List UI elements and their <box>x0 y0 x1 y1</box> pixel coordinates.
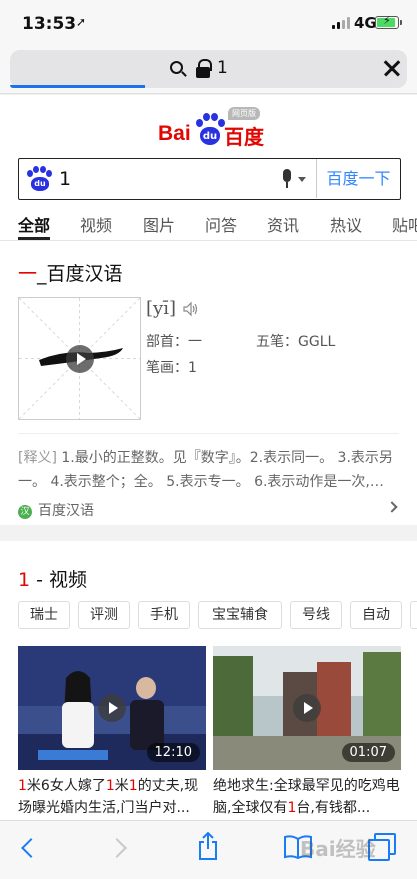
logo-badge: 网页版 <box>228 107 260 120</box>
play-icon[interactable] <box>66 345 94 373</box>
video-thumbnail[interactable]: 01:07 <box>213 646 401 770</box>
search-button[interactable]: 百度一下 <box>316 159 400 198</box>
microphone-icon[interactable] <box>281 169 293 189</box>
share-icon[interactable] <box>198 831 218 861</box>
filter-chips: 瑞士 评测 手机 宝宝辅食 号线 自动 <box>18 601 417 629</box>
divider <box>18 433 399 434</box>
forward-icon[interactable] <box>107 838 127 858</box>
tab-news[interactable]: 资讯 <box>267 212 299 236</box>
dictionary-card[interactable]: 一_百度汉语 [yī] 部首：一 五笔：GGLL 笔画：1 [释义] 1.最小的… <box>0 245 417 525</box>
search-input[interactable]: 1 <box>59 168 71 190</box>
definition-tag: [释义] <box>18 450 57 466</box>
chip[interactable]: 宝宝辅食 <box>198 601 282 629</box>
tab-discuss[interactable]: 热议 <box>330 212 362 236</box>
wubi-code: 五笔：GGLL <box>256 334 336 350</box>
url-field[interactable]: 1 <box>10 50 407 88</box>
url-text: 1 <box>217 58 228 78</box>
lock-icon <box>196 59 212 79</box>
search-tabs: 全部 视频 图片 问答 资讯 热议 贴吧 <box>0 205 417 241</box>
chip[interactable]: 评测 <box>78 601 130 629</box>
logo-text-en: Bai <box>158 122 191 145</box>
title-rest: _百度汉语 <box>37 263 123 285</box>
speaker-icon[interactable] <box>182 301 198 317</box>
chip-partial[interactable] <box>410 601 417 629</box>
status-bar: 13:53 ➚ 4G ⚡ <box>0 0 417 44</box>
play-icon[interactable] <box>98 694 126 722</box>
source-link[interactable]: 汉百度汉语 <box>18 500 94 520</box>
paw-text-small: du <box>31 177 49 191</box>
chip[interactable]: 自动 <box>350 601 402 629</box>
chip[interactable]: 号线 <box>290 601 342 629</box>
card-title[interactable]: 一_百度汉语 <box>18 259 123 286</box>
stroke-count: 笔画：1 <box>146 360 197 376</box>
title-part: 米 <box>114 778 129 794</box>
play-icon[interactable] <box>293 694 321 722</box>
location-arrow-icon: ➚ <box>76 15 87 29</box>
video-thumbnail[interactable]: 12:10 <box>18 646 206 770</box>
page-content: Bai du 百度 网页版 du 1 百度一下 全部 视频 图片 问答 资讯 热… <box>0 95 417 820</box>
logo-text-cn: 百度 <box>224 125 264 149</box>
baidu-logo[interactable]: Bai du 百度 网页版 <box>158 107 268 149</box>
hanyu-icon: 汉 <box>18 505 32 519</box>
radical: 部首：一 <box>146 334 202 350</box>
title-rest: - 视频 <box>30 569 88 591</box>
title-num: 1 <box>18 569 31 591</box>
definition-text: 1.最小的正整数。见『数字』。2.表示同一。 3.表示另一。 4.表示整个；全。… <box>18 450 393 490</box>
source-label: 百度汉语 <box>38 503 94 519</box>
active-tab-indicator <box>18 237 50 240</box>
title-part: 1 <box>128 778 138 794</box>
back-icon[interactable] <box>21 838 41 858</box>
title-part: 1 <box>18 778 27 794</box>
search-icon <box>170 61 183 74</box>
paw-icon: du <box>196 113 225 147</box>
paw-text: du <box>200 127 220 145</box>
chevron-down-icon[interactable] <box>298 177 306 182</box>
title-part: 米6女人嫁了 <box>26 778 106 794</box>
watermark: Bai经验 <box>300 837 376 861</box>
clock: 13:53 <box>22 14 77 34</box>
battery-icon: ⚡ <box>375 14 402 29</box>
tab-image[interactable]: 图片 <box>143 212 175 236</box>
browser-address-bar: 1 <box>0 44 417 94</box>
character-stroke-grid[interactable] <box>18 297 141 420</box>
close-icon[interactable] <box>380 56 404 80</box>
video-duration: 12:10 <box>146 743 200 762</box>
video-title[interactable]: 1米6女人嫁了1米1的丈夫,现场曝光婚内生活,门当户对... <box>18 775 206 819</box>
chevron-right-icon[interactable] <box>386 501 398 513</box>
tab-tieba[interactable]: 贴吧 <box>392 212 417 236</box>
pinyin: [yī] <box>146 298 176 319</box>
title-char: 一 <box>18 263 38 285</box>
tab-qa[interactable]: 问答 <box>205 212 237 236</box>
chip[interactable]: 瑞士 <box>18 601 70 629</box>
tab-video[interactable]: 视频 <box>80 212 112 236</box>
load-progress <box>10 85 145 88</box>
baidu-paw-icon: du <box>27 166 53 192</box>
search-box: du 1 百度一下 <box>18 158 401 200</box>
chip[interactable]: 手机 <box>138 601 190 629</box>
video-card-title[interactable]: 1 - 视频 <box>18 565 87 592</box>
signal-icon <box>332 17 350 29</box>
title-part: 台,有钱都... <box>296 800 371 816</box>
browser-toolbar: Bai经验 <box>0 820 417 879</box>
tab-all[interactable]: 全部 <box>18 212 50 236</box>
video-title[interactable]: 绝地求生:全球最罕见的吃鸡电脑,全球仅有1台,有钱都... <box>213 775 401 819</box>
definition: [释义] 1.最小的正整数。见『数字』。2.表示同一。 3.表示另一。 4.表示… <box>18 446 399 494</box>
network-type: 4G <box>354 14 377 32</box>
title-part: 1 <box>105 778 115 794</box>
video-card: 1 - 视频 瑞士 评测 手机 宝宝辅食 号线 自动 12:10 1米6女人嫁了… <box>0 541 417 820</box>
video-duration: 01:07 <box>341 743 395 762</box>
